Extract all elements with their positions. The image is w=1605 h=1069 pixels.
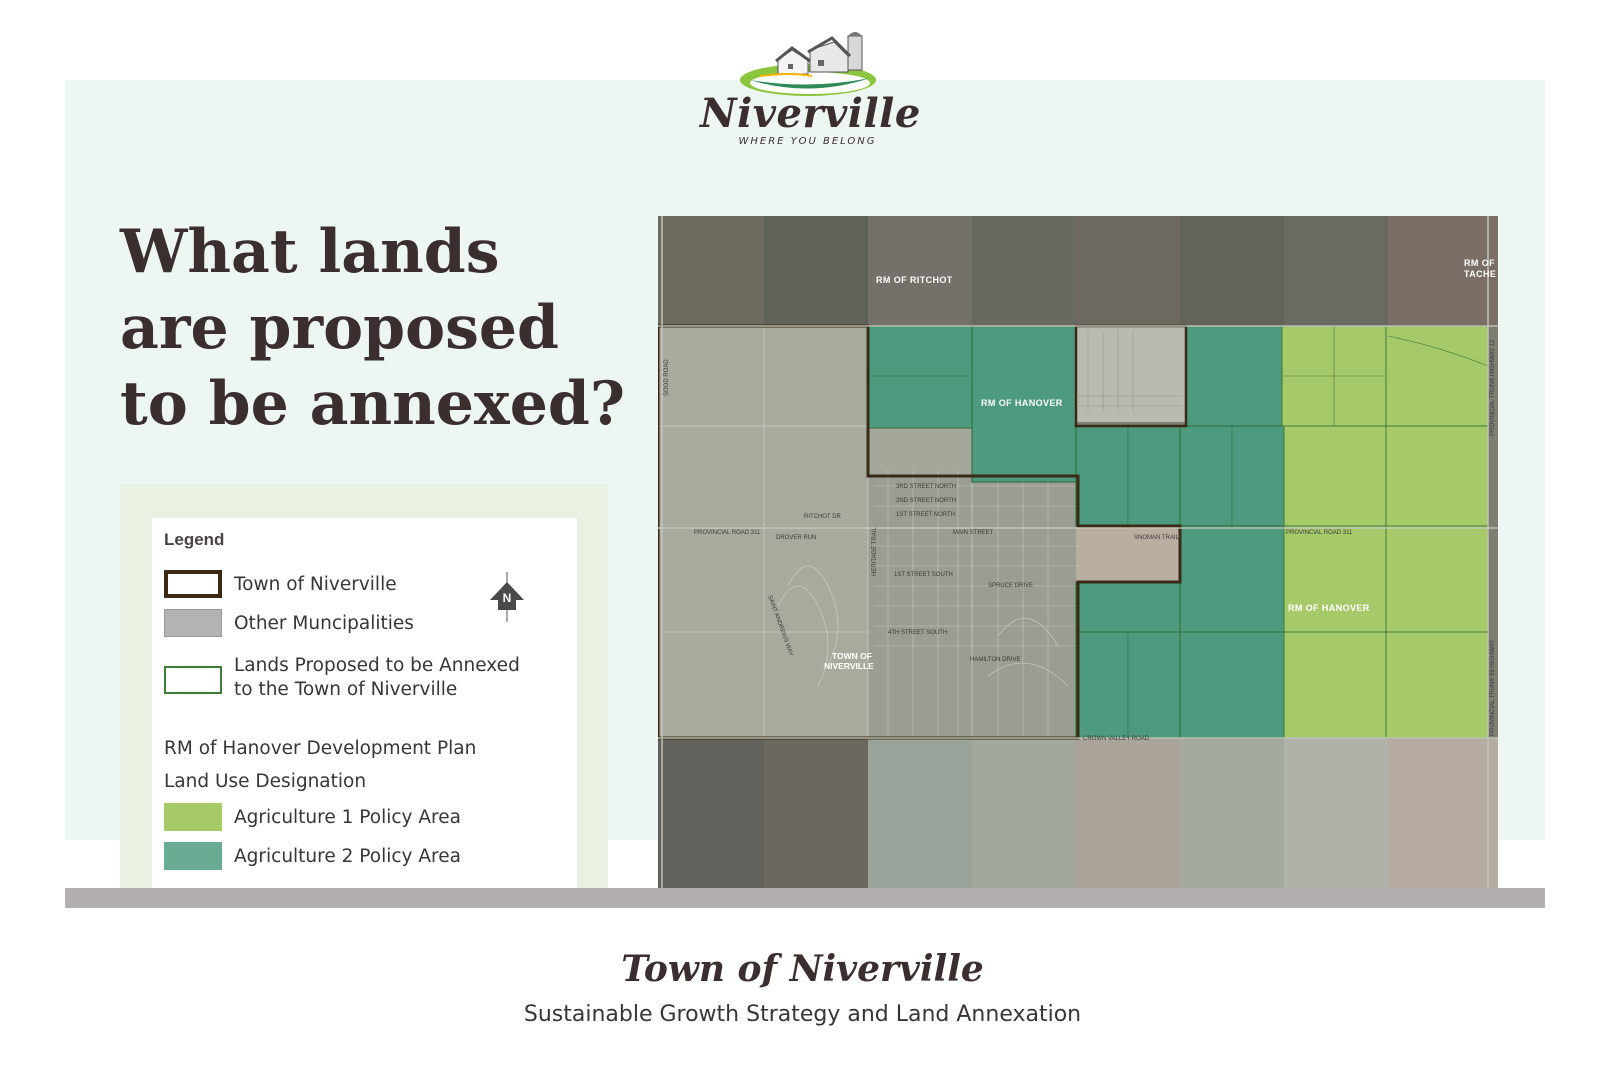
title-line-3: to be annexed? — [120, 369, 625, 439]
label-4th-street: 4TH STREET SOUTH — [888, 630, 947, 636]
north-label: N — [503, 591, 512, 605]
label-sood-road: SOOD ROAD — [664, 359, 670, 396]
agri1-swatch — [164, 803, 222, 831]
label-prov-311-west: PROVINCIAL ROAD 311 — [694, 530, 761, 536]
north-arrow-icon: N — [490, 572, 524, 622]
label-main-street: MAIN STREET — [953, 530, 994, 536]
label-ritchot: RM OF RITCHOT — [876, 275, 953, 285]
label-hanover-north: RM OF HANOVER — [981, 398, 1063, 408]
label-1st-street: 1ST STREET SOUTH — [894, 572, 953, 578]
ritchot-fields — [658, 216, 1498, 326]
label-ritchot-dr: RITCHOT DR — [804, 514, 842, 520]
logo-tagline: WHERE YOU BELONG — [738, 136, 877, 147]
legend-label-agri1: Agriculture 1 Policy Area — [234, 807, 461, 828]
label-town-2: NIVERVILLE — [824, 661, 874, 671]
map-canvas: RM OF RITCHOT RM OF TACHE RM OF HANOVER … — [658, 216, 1498, 888]
label-crown-valley: CROWN VALLEY ROAD — [1083, 736, 1150, 742]
label-3rd-street-north: 3RD STREET NORTH — [896, 484, 956, 490]
label-tache-1: RM OF — [1464, 258, 1495, 268]
town-border-swatch — [164, 570, 222, 598]
other-municipalities-swatch — [164, 609, 222, 637]
title-line-1: What lands — [120, 217, 500, 287]
label-prov-trunk-12: PROVINCIAL TRUNK HIGHWAY 12 — [1490, 339, 1496, 436]
southern-fields — [658, 738, 1498, 888]
label-spruce-drive: SPRUCE DRIVE — [988, 583, 1033, 589]
label-heritage-trail: HERITAGE TRAIL — [872, 527, 878, 576]
label-snoman-trail: SNOMAN TRAIL — [1134, 535, 1180, 541]
legend-section-heading-2: Land Use Designation — [164, 771, 367, 792]
niverville-logo: Niverville WHERE YOU BELONG — [700, 28, 921, 153]
legend-title: Legend — [164, 530, 225, 549]
divider-bar — [65, 888, 1545, 908]
label-town-1: TOWN OF — [832, 651, 872, 661]
map-legend: Legend Town of Niverville Other Muncipal… — [152, 518, 577, 888]
label-prov-311-east: PROVINCIAL ROAD 311 — [1286, 530, 1353, 536]
label-tache-2: TACHE — [1464, 269, 1496, 279]
farmhouse-logo-icon — [740, 32, 876, 96]
annexation-map: RM OF RITCHOT RM OF TACHE RM OF HANOVER … — [658, 216, 1498, 888]
legend-label-town: Town of Niverville — [234, 574, 397, 595]
label-drover-run: DROVER RUN — [776, 535, 816, 541]
legend-label-agri2: Agriculture 2 Policy Area — [234, 846, 461, 867]
legend-label-other: Other Muncipalities — [234, 613, 414, 634]
logo-wordmark: Niverville — [700, 90, 921, 137]
page-title: What lands are proposed to be annexed? — [120, 214, 640, 442]
label-2nd-street-north: 2ND STREET NORTH — [896, 498, 956, 504]
legend-label-annex-2: to the Town of Niverville — [234, 679, 458, 700]
legend-section-heading-1: RM of Hanover Development Plan — [164, 738, 477, 759]
title-line-2: are proposed — [120, 293, 560, 363]
label-prov-trunk-59: PROVINCIAL TRUNK 59 HIGHWAY — [1490, 640, 1496, 736]
footer-title: Town of Niverville — [621, 948, 984, 990]
agri2-swatch — [164, 842, 222, 870]
footer-subtitle: Sustainable Growth Strategy and Land Ann… — [523, 1002, 1082, 1027]
label-hamilton-drive: HAMILTON DRIVE — [970, 657, 1020, 663]
legend-label-annex-1: Lands Proposed to be Annexed — [234, 655, 520, 676]
annex-outline-swatch — [164, 666, 222, 694]
label-hanover-east: RM OF HANOVER — [1288, 603, 1370, 613]
label-1st-street-north: 1ST STREET NORTH — [896, 512, 955, 518]
